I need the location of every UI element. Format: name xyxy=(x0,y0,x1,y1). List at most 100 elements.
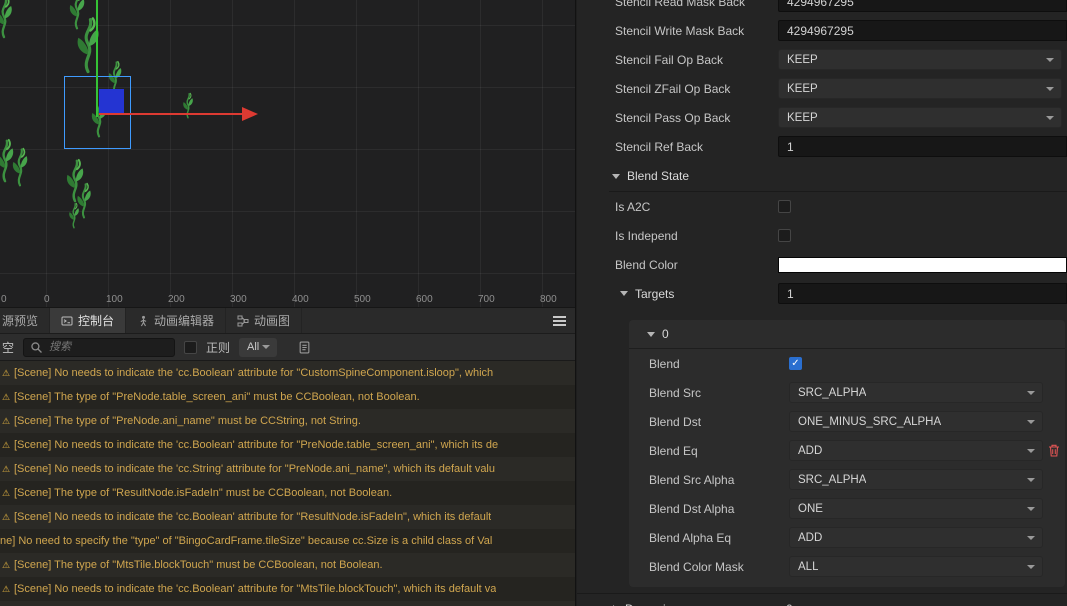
scene-view[interactable]: 0 0 100 200 300 400 500 600 700 800 xyxy=(0,0,575,307)
gizmo-x-arrowhead-icon[interactable] xyxy=(242,107,258,121)
log-file-icon[interactable] xyxy=(298,341,311,354)
chevron-down-icon xyxy=(1027,448,1035,453)
property-row-blend-src-alpha: Blend Src Alpha SRC_ALPHA xyxy=(629,465,1065,494)
console-message: [Scene] The type of "PreNode.ani_name" m… xyxy=(14,415,361,427)
chevron-down-icon xyxy=(1027,390,1035,395)
console-message: [Scene] The type of "PreNode.table_scree… xyxy=(14,391,420,403)
search-icon xyxy=(30,341,43,354)
stencil-fail-op-back-select[interactable]: KEEP xyxy=(778,49,1062,70)
gizmo-x-axis-handle[interactable] xyxy=(99,113,242,115)
property-row-blend-alpha-eq: Blend Alpha Eq ADD xyxy=(629,523,1065,552)
property-label: Stencil Fail Op Back xyxy=(615,52,724,67)
is-independ-checkbox[interactable] xyxy=(778,229,791,242)
dynamics-section-header[interactable]: Dynamics xyxy=(613,602,778,606)
property-row-stencil-pass-op-back: Stencil Pass Op Back KEEP xyxy=(577,103,1067,132)
blend-dst-select[interactable]: ONE_MINUS_SRC_ALPHA xyxy=(789,411,1043,432)
warning-icon: ⚠ xyxy=(2,583,11,594)
property-row-stencil-zfail-op-back: Stencil ZFail Op Back KEEP xyxy=(577,74,1067,103)
is-a2c-checkbox[interactable] xyxy=(778,200,791,213)
property-label: Stencil Ref Back xyxy=(615,139,704,154)
console-message: [Scene] No needs to indicate the 'cc.Str… xyxy=(14,463,495,475)
property-label: Blend Color xyxy=(615,257,678,272)
warning-icon: ⚠ xyxy=(2,463,11,474)
tab-label: 源预览 xyxy=(2,314,39,328)
selected-value: KEEP xyxy=(787,53,818,66)
console-log-row[interactable]: ⚠ [Scene] No needs to indicate the 'cc.St… xyxy=(0,457,575,481)
blend-src-alpha-select[interactable]: SRC_ALPHA xyxy=(789,469,1043,490)
console-log-row[interactable]: ⚠ [Scene] The type of "PreNode.table_scre… xyxy=(0,385,575,409)
blend-dst-alpha-select[interactable]: ONE xyxy=(789,498,1043,519)
property-label: Is Independ xyxy=(615,228,678,243)
blend-eq-select[interactable]: ADD xyxy=(789,440,1043,461)
left-pane: 0 0 100 200 300 400 500 600 700 800 源预览 xyxy=(0,0,576,606)
selected-value: ADD xyxy=(798,444,823,457)
gizmo-y-axis-handle[interactable] xyxy=(96,0,98,117)
blend-color-mask-select[interactable]: ALL xyxy=(789,556,1043,577)
search-input[interactable] xyxy=(47,340,169,354)
cocos-editor-window: 0 0 100 200 300 400 500 600 700 800 源预览 xyxy=(0,0,1067,606)
console-icon xyxy=(61,315,73,327)
console-log-row[interactable]: ⚠ [Scene] No needs to indicate the 'cc.Bo… xyxy=(0,433,575,457)
console-log-row[interactable]: ne] No need to specify the "type" of "Bi… xyxy=(0,529,575,553)
targets-count-input[interactable] xyxy=(778,283,1067,304)
chevron-down-icon xyxy=(1046,86,1054,91)
property-row-stencil-ref-back: Stencil Ref Back xyxy=(577,132,1067,161)
target-0-group: 0 Blend ✓ Blend Src SRC_ALPHA Blend Dst xyxy=(629,320,1065,587)
selected-value: All xyxy=(247,341,260,353)
delete-target-icon[interactable] xyxy=(1048,444,1060,457)
selected-value: ONE_MINUS_SRC_ALPHA xyxy=(798,415,942,428)
console-log-list[interactable]: ⚠ [Scene] No needs to indicate the 'cc.Bo… xyxy=(0,360,575,606)
chevron-down-icon xyxy=(1027,564,1035,569)
section-title: Blend State xyxy=(627,169,690,183)
selected-value: ALL xyxy=(798,560,819,573)
target-0-header[interactable]: 0 xyxy=(629,320,1065,349)
console-log-row[interactable]: ⚠ [Scene] The type of "ResultNode.isFadeI… xyxy=(0,481,575,505)
property-label: Stencil Write Mask Back xyxy=(615,23,745,38)
chevron-down-icon xyxy=(1027,419,1035,424)
ruler-label: 200 xyxy=(168,294,185,305)
stencil-zfail-op-back-select[interactable]: KEEP xyxy=(778,78,1062,99)
blend-alpha-eq-select[interactable]: ADD xyxy=(789,527,1043,548)
log-level-filter-select[interactable]: All xyxy=(239,337,278,357)
property-label: Blend Src Alpha xyxy=(649,472,735,487)
blend-state-section-header[interactable]: Blend State xyxy=(577,161,1067,191)
section-title: Targets xyxy=(635,286,675,301)
selected-value: KEEP xyxy=(787,111,818,124)
stencil-ref-back-input[interactable] xyxy=(778,136,1067,157)
selected-node[interactable] xyxy=(99,89,124,114)
menu-icon[interactable] xyxy=(544,308,575,333)
ruler-label: 0 xyxy=(44,294,50,305)
property-label: Blend Alpha Eq xyxy=(649,530,732,545)
console-log-row[interactable]: ⚠ [Scene] No needs to indicate the 'cc.Bo… xyxy=(0,361,575,385)
tab-animation-graph[interactable]: 动画图 xyxy=(226,308,303,333)
warning-icon: ⚠ xyxy=(2,391,11,402)
console-log-row[interactable]: ⚠ [Scene] The type of "PreNode.ani_name" … xyxy=(0,409,575,433)
property-row-blend-dst-alpha: Blend Dst Alpha ONE xyxy=(629,494,1065,523)
console-search-box[interactable] xyxy=(23,337,176,357)
property-row-blend: Blend ✓ xyxy=(629,349,1065,378)
stencil-write-mask-back-input[interactable] xyxy=(778,20,1067,41)
console-log-row[interactable]: ⚠ [Scene] The type of "MtsTile.blockTouch… xyxy=(0,553,575,577)
tab-console[interactable]: 控制台 xyxy=(50,308,127,333)
blend-src-select[interactable]: SRC_ALPHA xyxy=(789,382,1043,403)
property-row-blend-color-mask: Blend Color Mask ALL xyxy=(629,552,1065,581)
regex-checkbox[interactable] xyxy=(184,340,198,354)
console-log-row[interactable]: ⚠ [Scene] No needs to indicate the 'cc.Bo… xyxy=(0,505,575,529)
console-log-row[interactable] xyxy=(0,601,575,606)
clear-console-button[interactable]: 空 xyxy=(0,339,14,356)
property-label: Stencil Read Mask Back xyxy=(615,0,746,9)
console-message: [Scene] The type of "ResultNode.isFadeIn… xyxy=(14,487,393,499)
blend-color-swatch[interactable] xyxy=(778,256,1067,273)
warning-icon: ⚠ xyxy=(2,415,11,426)
blend-checkbox[interactable]: ✓ xyxy=(789,357,802,370)
stencil-pass-op-back-select[interactable]: KEEP xyxy=(778,107,1062,128)
tab-label: 动画图 xyxy=(254,314,291,328)
targets-section-header[interactable]: Targets xyxy=(620,287,778,301)
tab-assets-preview[interactable]: 源预览 xyxy=(0,308,51,333)
stencil-read-mask-back-input[interactable] xyxy=(778,0,1067,12)
tab-label: 动画编辑器 xyxy=(154,314,215,328)
tab-animation-editor[interactable]: 动画编辑器 xyxy=(126,308,227,333)
console-log-row[interactable]: ⚠ [Scene] No needs to indicate the 'cc.Bo… xyxy=(0,577,575,601)
property-row-is-independ: Is Independ xyxy=(577,221,1067,250)
chevron-down-icon xyxy=(620,291,628,296)
